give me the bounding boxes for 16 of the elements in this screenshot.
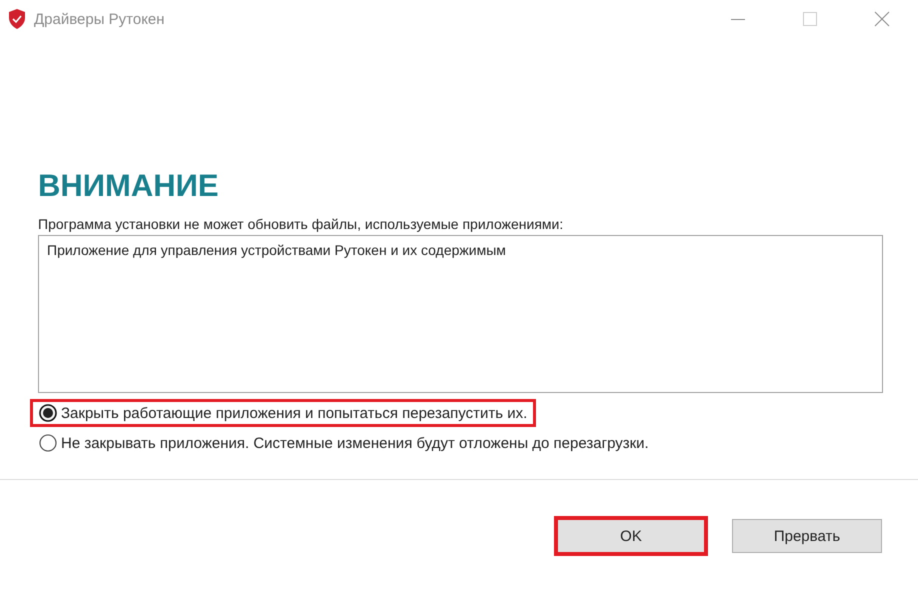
radio-option[interactable]: Не закрывать приложения. Системные изменения будут отложены до перезагрузки. [30, 429, 658, 457]
radio-button[interactable] [39, 434, 57, 452]
list-item[interactable]: Приложение для управления устройствами Рутокен и их содержимым [47, 242, 874, 258]
radio-label: Не закрывать приложения. Системные изменения будут отложены до перезагрузки. [61, 434, 649, 452]
radio-button[interactable] [39, 404, 57, 422]
radio-option[interactable]: Закрыть работающие приложения и попытаться перезапустить их. [30, 399, 536, 427]
shield-check-icon [8, 9, 26, 29]
close-icon [874, 11, 890, 27]
window-title: Драйверы Рутокен [34, 10, 166, 28]
ok-button[interactable]: OK [554, 516, 708, 556]
message-text: Программа установки не может обновить файлы, используемые приложениями: [38, 216, 564, 232]
heading: ВНИМАНИЕ [38, 168, 220, 204]
minimize-icon [731, 18, 745, 20]
maximize-icon [803, 12, 817, 26]
radio-label: Закрыть работающие приложения и попытаться перезапустить их. [61, 404, 528, 422]
cancel-button[interactable]: Прервать [732, 519, 882, 553]
